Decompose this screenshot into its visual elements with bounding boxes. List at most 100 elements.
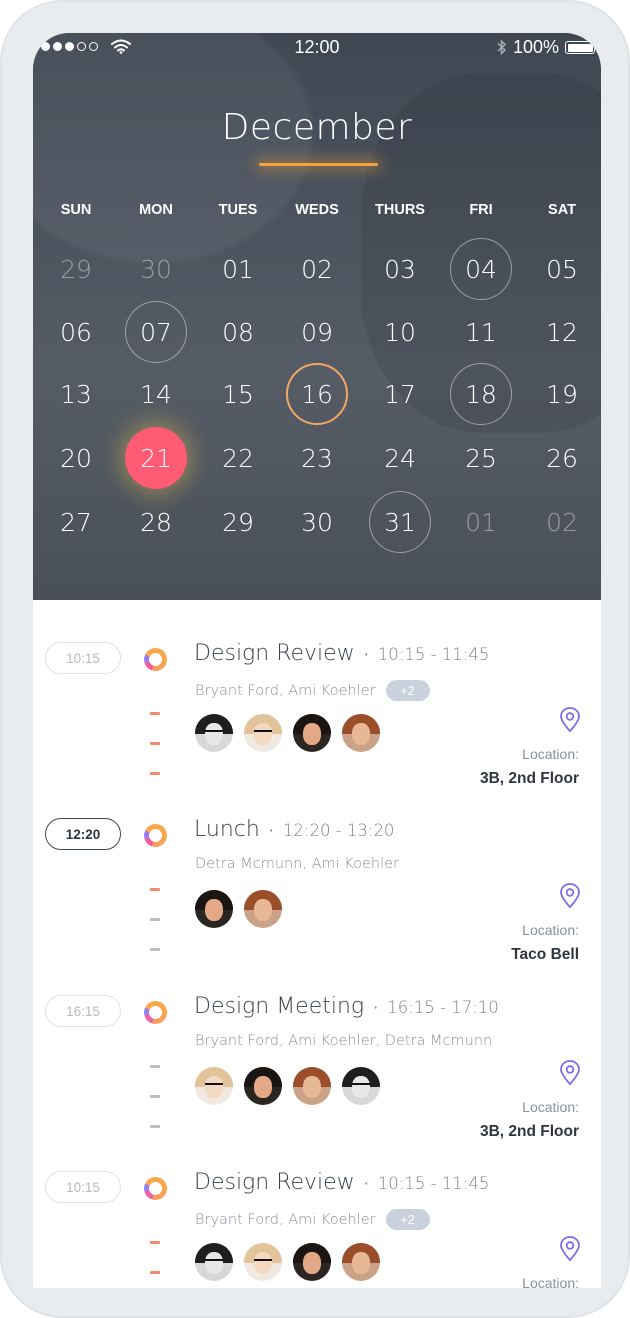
event-time-range: 10:15 - 11:45	[377, 645, 490, 664]
calendar-day[interactable]: 15	[207, 363, 269, 425]
avatar[interactable]	[293, 714, 331, 752]
avatar[interactable]	[293, 1067, 331, 1105]
timeline-dash	[150, 712, 160, 715]
avatar[interactable]	[244, 1243, 282, 1281]
avatar[interactable]	[342, 714, 380, 752]
calendar-day[interactable]: 18	[450, 363, 512, 425]
weekday-label: SAT	[548, 202, 576, 218]
event-title-line: Lunch · 12:20 - 13:20	[194, 817, 394, 842]
weekday-label: WEDS	[295, 202, 339, 218]
timeline-dash	[150, 888, 160, 891]
event-time-range: 10:15 - 11:45	[377, 1174, 490, 1193]
calendar-day[interactable]: 12	[531, 301, 593, 363]
location-label: Location:	[522, 1275, 579, 1288]
location-pin-icon[interactable]	[557, 706, 583, 734]
avatar[interactable]	[244, 890, 282, 928]
calendar-day[interactable]: 17	[369, 363, 431, 425]
calendar-day[interactable]: 22	[207, 427, 269, 489]
timeline-dash	[150, 1271, 160, 1274]
calendar-day-selected[interactable]: 21	[125, 427, 187, 489]
event-title-line: Design Review · 10:15 - 11:45	[194, 1170, 489, 1195]
event-title-line: Design Review · 10:15 - 11:45	[194, 641, 489, 666]
event-time-range: 12:20 - 13:20	[282, 821, 395, 840]
location-pin-icon[interactable]	[557, 882, 583, 910]
phone-frame: 12:00 100% December SUN MON TUES WEDS THURS F…	[0, 0, 630, 1318]
calendar-day-today[interactable]: 16	[286, 363, 348, 425]
calendar-day[interactable]: 09	[286, 301, 348, 363]
calendar-day[interactable]: 01	[207, 238, 269, 300]
calendar-day[interactable]: 02	[531, 491, 593, 553]
weekday-label: THURS	[375, 202, 425, 218]
event-status-ring-icon	[144, 824, 167, 847]
avatar[interactable]	[244, 714, 282, 752]
calendar-day[interactable]: 26	[531, 427, 593, 489]
avatar[interactable]	[293, 1243, 331, 1281]
calendar-day[interactable]: 06	[45, 301, 107, 363]
event-attendees: Bryant Ford, Ami Koehler +2	[195, 1209, 430, 1230]
battery-icon	[565, 41, 598, 54]
weekday-label: TUES	[218, 202, 258, 218]
calendar-header: 12:00 100% December SUN MON TUES WEDS THURS F…	[33, 33, 601, 600]
calendar-day[interactable]: 10	[369, 301, 431, 363]
event-item[interactable]: 12:20 Lunch · 12:20 - 13:20 Detra Mcmunn…	[33, 776, 601, 963]
event-time-pill[interactable]: 16:15	[45, 995, 121, 1027]
calendar-day[interactable]: 05	[531, 238, 593, 300]
weekday-label: MON	[139, 202, 173, 218]
attendee-names: Bryant Ford, Ami Koehler	[195, 1211, 376, 1228]
location-pin-icon[interactable]	[557, 1235, 583, 1263]
event-item[interactable]: 10:15 Design Review · 10:15 - 11:45 Brya…	[33, 600, 601, 787]
avatar[interactable]	[195, 714, 233, 752]
avatar[interactable]	[195, 1243, 233, 1281]
calendar-day[interactable]: 13	[45, 363, 107, 425]
calendar-day[interactable]: 29	[207, 491, 269, 553]
avatar-group	[195, 714, 380, 752]
calendar-day[interactable]: 20	[45, 427, 107, 489]
timeline-dash	[150, 1125, 160, 1128]
avatar[interactable]	[342, 1243, 380, 1281]
calendar-day[interactable]: 04	[450, 238, 512, 300]
timeline-dash	[150, 1241, 160, 1244]
avatar[interactable]	[342, 1067, 380, 1105]
timeline-dash	[150, 1065, 160, 1068]
calendar-day[interactable]: 27	[45, 491, 107, 553]
calendar-day[interactable]: 02	[286, 238, 348, 300]
status-bar: 12:00 100%	[33, 33, 601, 61]
attendee-names: Bryant Ford, Ami Koehler, Detra Mcmunn	[195, 1033, 493, 1049]
calendar-day[interactable]: 08	[207, 301, 269, 363]
event-time-pill[interactable]: 10:15	[45, 642, 121, 674]
calendar-day[interactable]: 23	[286, 427, 348, 489]
event-item[interactable]: 10:15 Design Review · 10:15 - 11:45 Brya…	[33, 1129, 601, 1288]
event-status-ring-icon	[144, 1001, 167, 1024]
calendar-day[interactable]: 31	[369, 491, 431, 553]
avatar-group	[195, 1243, 380, 1281]
event-time-pill[interactable]: 10:15	[45, 1171, 121, 1203]
location-pin-icon[interactable]	[557, 1059, 583, 1087]
calendar-day[interactable]: 24	[369, 427, 431, 489]
weekday-label: SUN	[60, 202, 92, 218]
calendar-day[interactable]: 30	[125, 238, 187, 300]
calendar-day[interactable]: 25	[450, 427, 512, 489]
calendar-day[interactable]: 11	[450, 301, 512, 363]
calendar-day[interactable]: 19	[531, 363, 593, 425]
calendar-day[interactable]: 14	[125, 363, 187, 425]
month-title[interactable]: December	[33, 107, 601, 148]
battery-percent: 100%	[512, 37, 559, 57]
calendar-day[interactable]: 28	[125, 491, 187, 553]
avatar[interactable]	[195, 890, 233, 928]
event-attendees: Detra Mcmunn, Ami Koehler	[195, 856, 399, 872]
calendar-day[interactable]: 30	[286, 491, 348, 553]
more-attendees-badge[interactable]: +2	[385, 680, 430, 701]
calendar-day[interactable]: 29	[45, 238, 107, 300]
avatar[interactable]	[244, 1067, 282, 1105]
calendar-day[interactable]: 07	[125, 301, 187, 363]
avatar-group	[195, 1067, 380, 1105]
event-time-pill[interactable]: 12:20	[45, 818, 121, 850]
more-attendees-badge[interactable]: +2	[385, 1209, 430, 1230]
calendar-day[interactable]: 01	[450, 491, 512, 553]
timeline-dash	[150, 918, 160, 921]
timeline-dash	[150, 772, 160, 775]
avatar[interactable]	[195, 1067, 233, 1105]
calendar-day[interactable]: 03	[369, 238, 431, 300]
event-item[interactable]: 16:15 Design Meeting · 16:15 - 17:10 Bry…	[33, 953, 601, 1140]
screen: 12:00 100% December SUN MON TUES WEDS THURS F…	[33, 33, 601, 1288]
